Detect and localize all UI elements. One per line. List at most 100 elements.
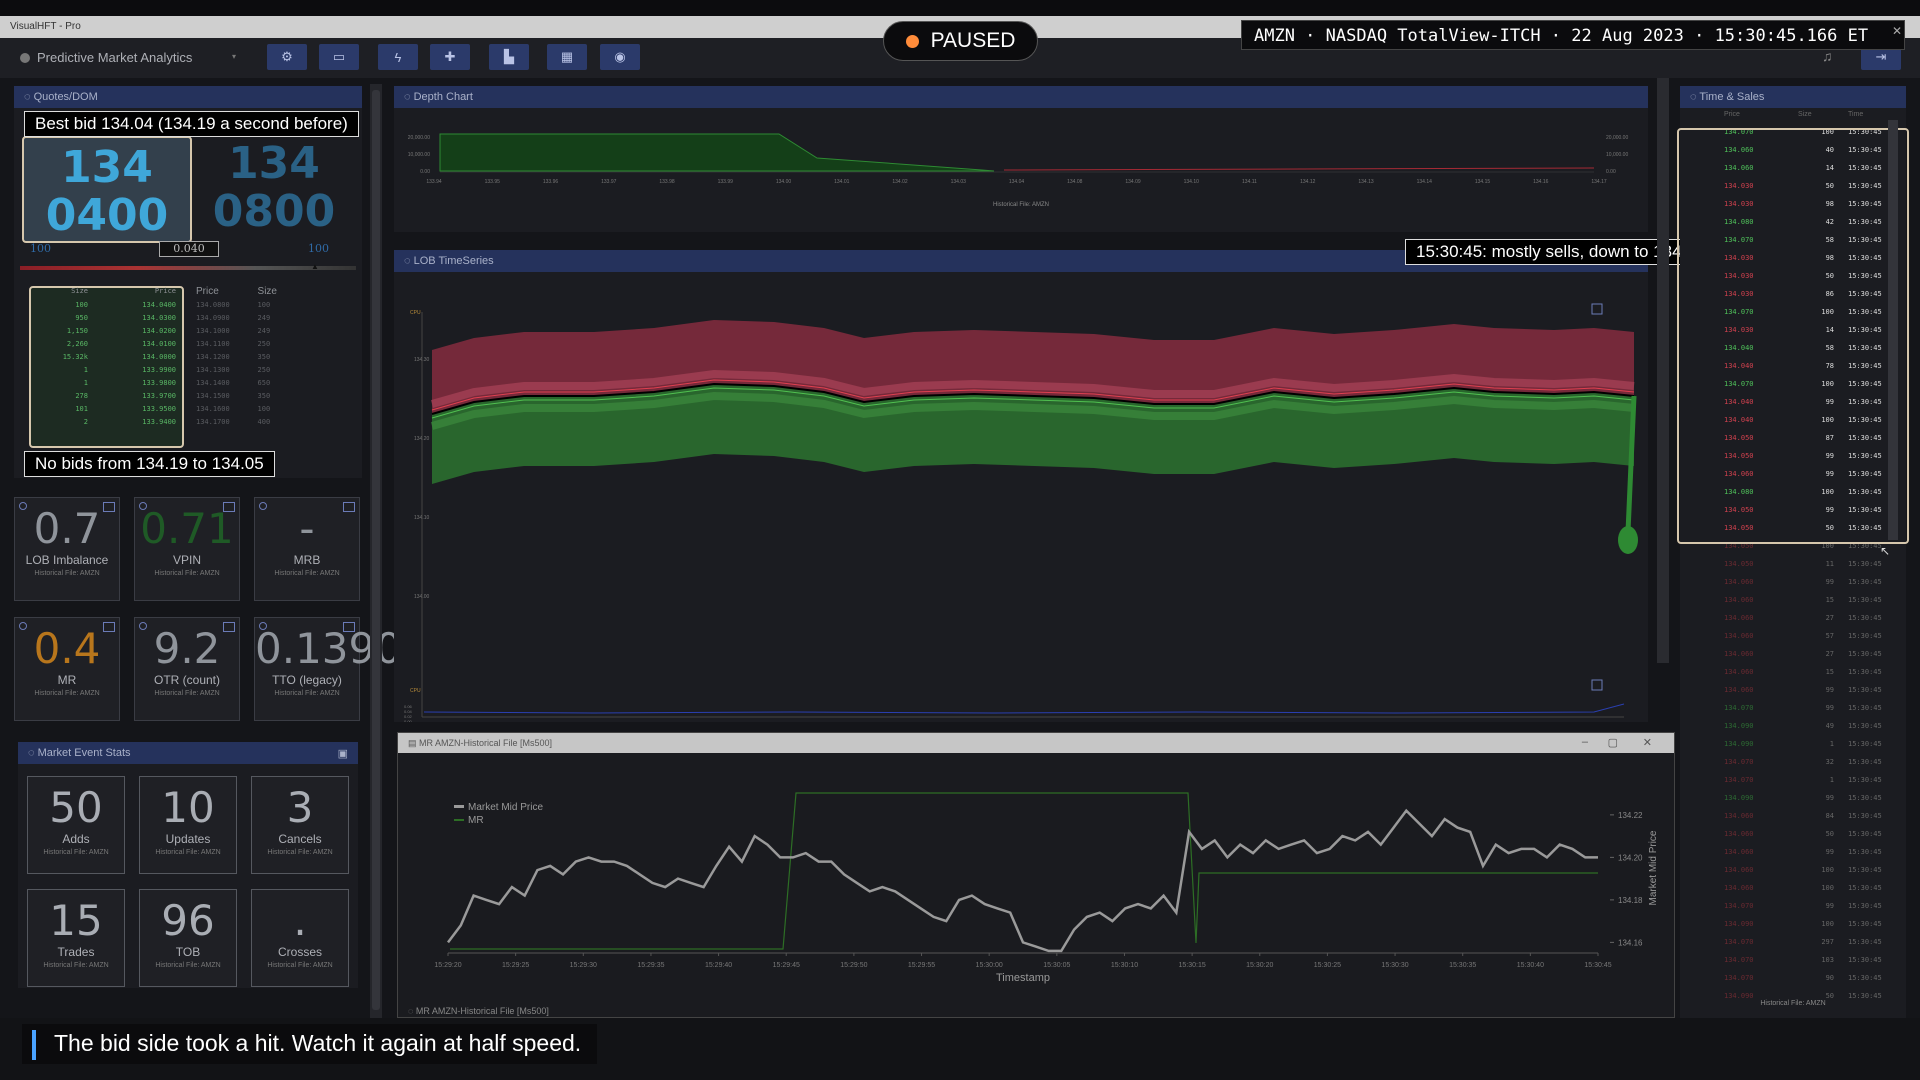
study-tile-mrb[interactable]: - MRB Historical File: AMZN	[254, 497, 360, 601]
mr-x-tick: 15:29:30	[570, 962, 597, 969]
lightning-button[interactable]: ϟ	[378, 44, 418, 70]
ask-size: 100	[308, 242, 329, 255]
paused-dot-icon	[905, 34, 919, 48]
ts-price: 134.090	[1724, 740, 1754, 748]
ask-ladder-row: 134.1600 100	[196, 402, 296, 415]
ts-price: 134.090	[1724, 794, 1754, 802]
ts-time: 15:30:45	[1848, 956, 1882, 964]
study-expand-icon[interactable]	[103, 622, 115, 632]
bid-size-cell: 1	[83, 378, 88, 387]
time-sales-row: 134.060 27 15:30:45	[1680, 645, 1906, 663]
ts-time: 15:30:45	[1848, 812, 1882, 820]
ask-size-cell: 400	[257, 417, 271, 426]
stat-tile-adds: 50 Adds Historical File: AMZN	[27, 776, 125, 874]
depth-x-tick: 133.98	[659, 179, 675, 185]
quotes-header: ◌ Quotes/DOM	[14, 86, 362, 108]
ask-ladder-row: 134.1300 250	[196, 363, 296, 376]
bid-ladder-row: 101 133.9500	[36, 402, 180, 415]
time-sales-scrollbar[interactable]	[1888, 120, 1898, 540]
ask-ladder-header: Price Size	[196, 285, 277, 297]
depth-chart: 20,000.00 10,000.00 0.00 20,000.00 10,000.00…	[408, 133, 1628, 208]
stat-label: Cancels	[278, 832, 322, 846]
study-expand-icon[interactable]	[343, 622, 355, 632]
ask-ladder-row: 134.1100 250	[196, 337, 296, 350]
ts-time: 15:30:45	[1848, 740, 1882, 748]
ts-price: 134.070	[1724, 704, 1754, 712]
time-sales-column-headers: Price Size Time	[1724, 111, 1864, 118]
mr-window-titlebar[interactable]: ▤ MR AMZN-Historical File [Ms500] – ▢ ✕	[398, 733, 1674, 753]
maximize-icon[interactable]: ▢	[1608, 736, 1618, 749]
time-sales-header: ◌ Time & Sales	[1680, 86, 1906, 108]
monitor-icon: ▭	[332, 49, 346, 64]
time-sales-row: 134.060 15 15:30:45	[1680, 591, 1906, 609]
study-tile-vpin[interactable]: 0.71 VPIN Historical File: AMZN	[134, 497, 240, 601]
stat-tile-cancels: 3 Cancels Historical File: AMZN	[251, 776, 349, 874]
ts-size: 100	[1821, 884, 1834, 892]
window-icon: ▤	[408, 738, 420, 748]
study-tile-tto-legacy[interactable]: 0.1390 TTO (legacy) Historical File: AMZN	[254, 617, 402, 721]
subtitle-caption: The bid side took a hit. Watch it again …	[22, 1024, 598, 1064]
study-tile-otr-count[interactable]: 9.2 OTR (count) Historical File: AMZN	[134, 617, 240, 721]
expand-icon[interactable]: ▣	[338, 747, 348, 760]
study-tile-lob-imbalance[interactable]: 0.7 LOB Imbalance Historical File: AMZN	[14, 497, 120, 601]
panel-icon: ◌	[1690, 91, 1700, 103]
bid-ladder-row: 950 134.0300	[36, 311, 180, 324]
bid-price-cell: 133.9400	[142, 417, 176, 426]
bid-price-cell: 133.9900	[142, 365, 176, 374]
stat-label: Trades	[57, 945, 95, 959]
time-sales-row: 134.090 49 15:30:45	[1680, 717, 1906, 735]
study-tile-mr[interactable]: 0.4 MR Historical File: AMZN	[14, 617, 120, 721]
depth-x-tick: 134.10	[1184, 179, 1200, 185]
settings-button[interactable]: ⚙	[267, 44, 307, 70]
ts-size: 32	[1825, 758, 1834, 766]
ts-size: 297	[1821, 938, 1834, 946]
ts-price: 134.060	[1724, 632, 1754, 640]
depth-x-tick: 134.03	[951, 179, 967, 185]
close-window-icon[interactable]: ✕	[1892, 24, 1902, 38]
time-sales-footer: Historical File: AMZN	[1760, 1000, 1826, 1007]
close-icon[interactable]: ✕	[1643, 736, 1652, 749]
ts-price: 134.090	[1724, 722, 1754, 730]
bid-ladder-row: 2 133.9400	[36, 415, 180, 428]
monitor-button[interactable]: ▭	[319, 44, 359, 70]
study-icon	[139, 622, 147, 630]
plugins-button[interactable]: ✚	[430, 44, 470, 70]
study-source: Historical File: AMZN	[154, 690, 220, 697]
bid-price-cell: 133.9800	[142, 378, 176, 387]
left-scrollbar-thumb[interactable]	[372, 90, 380, 1010]
app-dropdown-chevron-icon[interactable]: ▾	[232, 52, 236, 61]
bid-size-cell: 950	[75, 313, 88, 322]
studies-button[interactable]: ▙	[489, 44, 529, 70]
ts-price: 134.070	[1724, 758, 1754, 766]
ts-size: 84	[1825, 812, 1834, 820]
ts-time: 15:30:45	[1848, 596, 1882, 604]
market-event-stats-header: ◌ Market Event Stats ▣	[18, 742, 358, 764]
bell-icon[interactable]: ♫	[1822, 48, 1833, 64]
bid-ladder-row: 100 134.0400	[36, 298, 180, 311]
ts-time: 15:30:45	[1848, 866, 1882, 874]
study-expand-icon[interactable]	[223, 622, 235, 632]
mr-x-tick: 15:30:40	[1517, 962, 1544, 969]
study-expand-icon[interactable]	[223, 502, 235, 512]
ts-size: 1	[1829, 740, 1834, 748]
table-button[interactable]: ▦	[547, 44, 587, 70]
user-button[interactable]: ◉	[600, 44, 640, 70]
bid-ladder: Size Price 100 134.0400 950 134.0300 1,150 13…	[36, 284, 180, 428]
ts-size: 99	[1825, 578, 1834, 586]
time-sales-row: 134.060 99 15:30:45	[1680, 843, 1906, 861]
study-expand-icon[interactable]	[343, 502, 355, 512]
ts-price: 134.060	[1724, 848, 1754, 856]
user-icon: ◉	[614, 49, 626, 64]
stat-tile-tob: 96 TOB Historical File: AMZN	[139, 889, 237, 987]
bid-ladder-row: 15.32k 134.0000	[36, 350, 180, 363]
study-expand-icon[interactable]	[103, 502, 115, 512]
bid-price-small: 0400	[45, 190, 169, 241]
mr-chart: 15:29:20 15:29:25 15:29:30 15:29:35 15:29:40…	[434, 792, 1659, 984]
ts-price: 134.070	[1724, 956, 1754, 964]
depth-x-tick: 134.02	[892, 179, 908, 185]
time-sales-row: 134.060 99 15:30:45	[1680, 573, 1906, 591]
ts-size: 100	[1821, 920, 1834, 928]
bid-size-cell: 1,150	[66, 326, 88, 335]
minimize-icon[interactable]: –	[1582, 736, 1588, 748]
center-scrollbar[interactable]	[1657, 78, 1669, 663]
